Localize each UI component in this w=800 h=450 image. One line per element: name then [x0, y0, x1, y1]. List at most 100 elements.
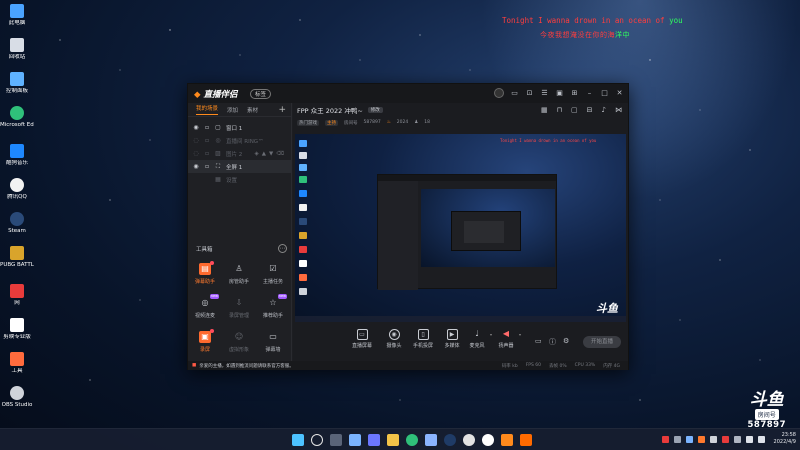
- clip-icon[interactable]: ▢: [571, 106, 578, 114]
- minimize-button[interactable]: –: [585, 89, 594, 98]
- scene-item-settings[interactable]: ▦ 设置: [188, 173, 291, 186]
- status-message[interactable]: 亲爱的主播，如遇到推流问题请联系官方客服。: [199, 363, 294, 369]
- eye-off-icon[interactable]: ◌: [193, 137, 199, 144]
- taskbar-clock[interactable]: 23:58 2022/4/9: [774, 432, 796, 446]
- desktop-icon-obs[interactable]: OBS Studio: [0, 386, 34, 408]
- maximize-button[interactable]: □: [600, 89, 609, 98]
- tool-video-link[interactable]: ◎ new 视频连麦: [190, 294, 220, 319]
- video-settings-icon[interactable]: ▭: [535, 337, 542, 345]
- chevron-down-icon[interactable]: ▾: [519, 332, 521, 337]
- desktop-icon-tools[interactable]: 工具: [0, 352, 34, 374]
- tool-host-tasks[interactable]: ☑ 主播任务: [258, 263, 288, 285]
- close-button[interactable]: ✕: [615, 89, 624, 98]
- layout-icon[interactable]: ▦: [541, 106, 548, 114]
- header-icons: ▦ ⊓ ▢ ⊟ ♪ ⋈: [541, 106, 622, 114]
- tab-add[interactable]: 添加: [227, 106, 238, 114]
- add-scene-icon[interactable]: +: [278, 105, 286, 115]
- stream-preview[interactable]: Tonight I wanna drown in an ocean of you…: [295, 134, 626, 322]
- eye-icon[interactable]: ◉: [193, 124, 199, 131]
- edge-icon[interactable]: [406, 434, 418, 446]
- stream-title[interactable]: FPP 众王 2022 冲鸭~: [297, 105, 363, 115]
- search-icon[interactable]: [311, 434, 323, 446]
- file-explorer-icon[interactable]: [387, 434, 399, 446]
- microphone-icon: ♩: [475, 329, 479, 338]
- widgets-icon[interactable]: [349, 434, 361, 446]
- scene-item-image[interactable]: ◌ ▫ ▨ 图片 2 ◈▲▼⌫: [188, 147, 291, 160]
- steam-icon[interactable]: [444, 434, 456, 446]
- desktop-icon-qq[interactable]: 腾讯QQ: [0, 178, 34, 200]
- tool-danmaku-assistant[interactable]: ▤ 弹幕助手: [190, 261, 220, 285]
- edit-title-tag[interactable]: 修改: [367, 107, 383, 113]
- scene-item-window[interactable]: ◉ ▫ ▢ 窗口 1: [188, 121, 291, 134]
- desktop-icon-steam[interactable]: Steam: [0, 212, 34, 234]
- scene-item-fullscreen[interactable]: ◉ ▫ ⛶ 全屏 1: [188, 160, 291, 173]
- tool-room-manager[interactable]: ♙ 房管助手: [224, 263, 254, 285]
- preview-taskbar: [295, 316, 626, 322]
- tray-app-icon[interactable]: [710, 436, 717, 443]
- tray-app-icon[interactable]: [686, 436, 693, 443]
- start-live-button[interactable]: 开始直播: [583, 336, 621, 348]
- tool-record-screen[interactable]: ▣ 录屏: [190, 329, 220, 353]
- window-titlebar[interactable]: ◆ 直播伴侣 标签 ▭ ⊡ ☰ ▣ ⊞ – □ ✕: [188, 84, 628, 103]
- desktop-icon-net[interactable]: 网: [0, 284, 34, 306]
- volume-icon[interactable]: [758, 436, 765, 443]
- windows-start-icon[interactable]: [292, 434, 304, 446]
- network-icon[interactable]: [746, 436, 753, 443]
- chat-icon[interactable]: ▭: [510, 89, 519, 98]
- grid-icon[interactable]: ⊞: [570, 89, 579, 98]
- desktop-icon-kugou[interactable]: 酷狗音乐: [0, 144, 34, 166]
- tray-red-icon[interactable]: [662, 436, 669, 443]
- lock-icon[interactable]: ▫: [204, 137, 210, 144]
- host-chip[interactable]: 主持: [325, 119, 338, 126]
- scene-operation-icons[interactable]: ◈▲▼⌫: [255, 151, 287, 157]
- chat-icon[interactable]: [368, 434, 380, 446]
- toolbox-more-icon[interactable]: ⋯: [278, 244, 287, 253]
- desktop-icon-pubg[interactable]: PUBG BATTLEGR...: [0, 246, 34, 268]
- tool-danmaku-wall[interactable]: ▭ 弹幕墙: [258, 331, 288, 353]
- lock-icon[interactable]: ▫: [204, 124, 210, 131]
- store-icon[interactable]: [425, 434, 437, 446]
- version-badge[interactable]: 标签: [250, 89, 272, 99]
- source-toolbar: ▭ 直播屏幕 ◉ 摄像头 ▯ 手机投屏 ▶ 多媒体 ♩ 麦克风 ▾ ◀ 扬声器 …: [293, 325, 628, 361]
- tab-my-scenes[interactable]: 我的场景: [196, 104, 219, 115]
- game-icon[interactable]: [501, 434, 513, 446]
- scene-item-camera[interactable]: ◌ ▫ ◎ 直播间 RING™: [188, 134, 291, 147]
- window-icon: ▢: [215, 123, 221, 131]
- add-screen-capture-button[interactable]: ▭ 直播屏幕: [345, 329, 379, 349]
- keyboard-icon[interactable]: [734, 436, 741, 443]
- live-companion-icon[interactable]: [520, 434, 532, 446]
- stat-cpu: CPU 33%: [574, 362, 596, 368]
- taskview-icon[interactable]: [330, 434, 342, 446]
- desktop-icon-recycle-bin[interactable]: 回收站: [0, 38, 34, 60]
- obs-icon[interactable]: [463, 434, 475, 446]
- tab-materials[interactable]: 素材: [247, 106, 258, 114]
- info-icon[interactable]: ⓘ: [549, 337, 556, 347]
- avatar[interactable]: [494, 88, 504, 98]
- crop-icon[interactable]: ⊡: [525, 89, 534, 98]
- desktop-icon-jianying[interactable]: 剪映专业版: [0, 318, 34, 340]
- cast-icon[interactable]: ⊟: [587, 106, 593, 114]
- tool-recording-manager[interactable]: ⇩ 录屏管理: [224, 297, 254, 319]
- speaker-button[interactable]: ◀ 扬声器 ▾: [489, 329, 523, 349]
- gear-icon[interactable]: ⚙: [563, 337, 569, 345]
- eye-icon[interactable]: ◉: [193, 163, 199, 170]
- desktop-icon-edge[interactable]: Microsoft Edge: [0, 106, 34, 128]
- share-icon[interactable]: ⋈: [615, 106, 622, 114]
- category-chip[interactable]: 热门游戏: [297, 119, 319, 126]
- shirt-icon[interactable]: ▣: [555, 89, 564, 98]
- lock-icon[interactable]: ⊓: [557, 106, 562, 114]
- tray-app-icon[interactable]: [722, 436, 729, 443]
- desktop-icon-control-panel[interactable]: 控制面板: [0, 72, 34, 94]
- lock-icon[interactable]: ▫: [204, 163, 210, 170]
- app-logo-mark-icon: ◆: [194, 90, 201, 100]
- qq-icon[interactable]: [482, 434, 494, 446]
- eye-off-icon[interactable]: ◌: [193, 150, 199, 157]
- list-icon[interactable]: ☰: [540, 89, 549, 98]
- tray-app-icon[interactable]: [674, 436, 681, 443]
- lock-icon[interactable]: ▫: [204, 150, 210, 157]
- desktop-icon-this-pc[interactable]: 此电脑: [0, 4, 34, 26]
- tool-recommend-assistant[interactable]: ☆ new 推荐助手: [258, 294, 288, 319]
- tool-virtual-avatar[interactable]: ☺ 虚拟形象: [224, 331, 254, 353]
- tray-app-icon[interactable]: [698, 436, 705, 443]
- bell-icon[interactable]: ♪: [602, 106, 606, 114]
